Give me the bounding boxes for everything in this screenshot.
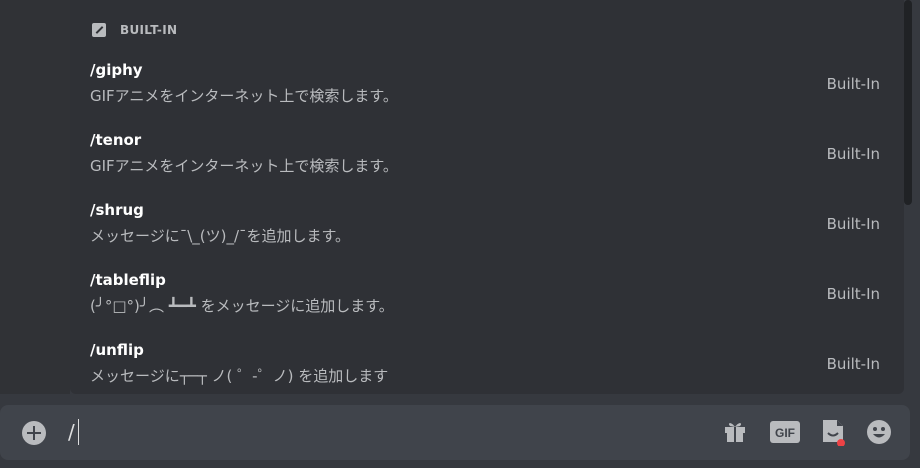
command-source-tag: Built-In [826,75,880,93]
command-source-tag: Built-In [826,355,880,373]
section-header: BUILT-IN [92,20,177,40]
section-title: BUILT-IN [120,23,178,37]
command-item-unflip[interactable]: /unflip メッセージに┬─┬ ノ( ゜-゜ノ) を追加します Built-… [70,340,904,394]
command-source-tag: Built-In [826,285,880,303]
gif-label: GIF [775,426,795,440]
left-gutter [0,0,70,400]
command-name: /giphy [90,61,143,79]
add-icon[interactable] [22,421,46,445]
sticker-icon[interactable] [820,419,846,446]
command-source-tag: Built-In [826,145,880,163]
message-input[interactable]: / [68,419,75,445]
emoji-icon[interactable] [866,419,892,445]
command-description: メッセージに¯\_(ツ)_/¯を追加します。 [90,227,351,245]
command-autocomplete-popup: BUILT-IN /giphy GIFアニメをインターネット上で検索します。 B… [70,0,904,394]
command-name: /tableflip [90,271,166,289]
command-name: /tenor [90,131,142,149]
command-source-tag: Built-In [826,215,880,233]
command-description: (╯°□°)╯︵ ┻━┻ をメッセージに追加します。 [90,297,394,315]
command-description: GIFアニメをインターネット上で検索します。 [90,87,398,105]
text-caret [78,419,79,445]
message-composer: / GIF [0,405,910,460]
command-item-shrug[interactable]: /shrug メッセージに¯\_(ツ)_/¯を追加します。 Built-In [70,200,904,270]
command-description: メッセージに┬─┬ ノ( ゜-゜ノ) を追加します [90,367,389,385]
command-item-giphy[interactable]: /giphy GIFアニメをインターネット上で検索します。 Built-In [70,60,904,130]
gift-icon[interactable] [722,419,748,445]
command-name: /shrug [90,201,144,219]
built-in-section-icon [92,23,106,37]
scrollbar[interactable] [904,0,912,205]
command-item-tableflip[interactable]: /tableflip (╯°□°)╯︵ ┻━┻ をメッセージに追加します。 Bu… [70,270,904,340]
command-name: /unflip [90,341,144,359]
gif-icon[interactable]: GIF [770,419,800,445]
command-description: GIFアニメをインターネット上で検索します。 [90,157,398,175]
command-item-tenor[interactable]: /tenor GIFアニメをインターネット上で検索します。 Built-In [70,130,904,200]
